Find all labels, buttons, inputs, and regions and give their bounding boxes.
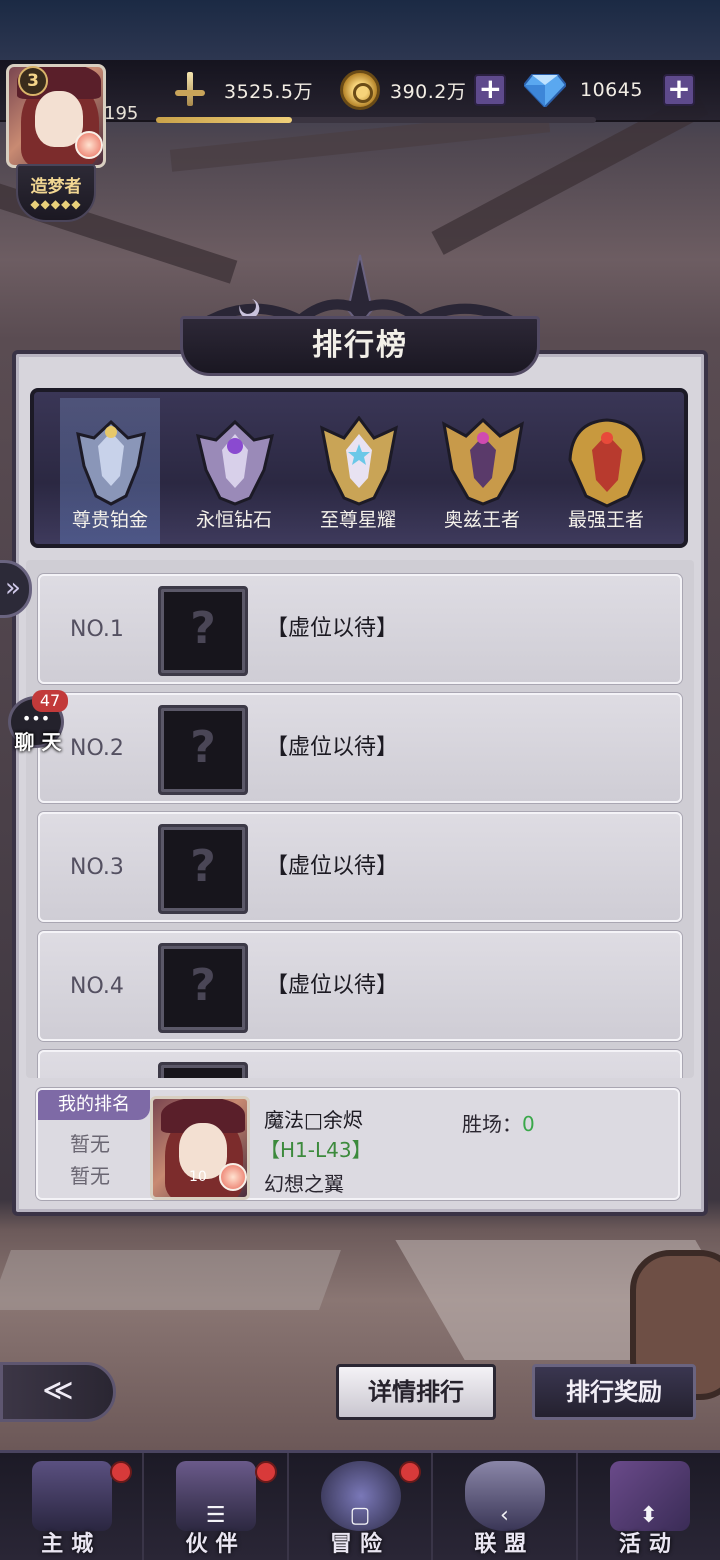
tab-label: 尊贵铂金 [71,509,148,531]
ranking-row[interactable]: NO.2 ? 【虚位以待】 [38,693,682,803]
chat-unread-count: 47 [32,690,68,712]
player-title-plate[interactable]: 造梦者 ◆◆◆◆◆ [16,164,96,222]
nav-label: 主城 [41,1532,102,1557]
diamond-icon [524,73,566,107]
wins-label: 胜场： [462,1112,522,1136]
rank-number: NO.4 [70,973,124,999]
tab-platinum[interactable]: 尊贵铂金 [60,398,160,544]
my-server: 【H1-L43】 [260,1138,372,1162]
tab-strongest-king[interactable]: 最强王者 [556,398,656,544]
rank-player-name: 【虚位以待】 [266,735,399,760]
bottom-nav: 主城 ☰ 伙伴 ▢ 冒险 ‹ 联盟 ⬍ 活动 [0,1450,720,1560]
wins-count: 0 [522,1112,535,1136]
diamond-resource: 10645 + [524,70,695,110]
rank-number: NO.3 [70,854,124,880]
notification-dot [110,1461,133,1483]
ranking-row[interactable]: NO.3 ? 【虚位以待】 [38,812,682,922]
strongest-king-emblem-icon [568,418,646,508]
gold-resource: 390.2万 + [340,70,507,110]
player-level-badge: 3 [18,66,48,96]
my-rank-card: 我的排名 暂无 暂无 10 魔法□余烬 【H1-L43】 幻想之翼 胜场：0 [36,1088,680,1200]
ranking-rewards-button[interactable]: 排行奖励 [532,1364,696,1420]
chat-label: 聊 天 [14,730,62,754]
system-home-icon[interactable]: ▢ [289,1503,431,1528]
accessibility-icon[interactable]: ⬍ [578,1503,720,1528]
detail-ranking-button[interactable]: 详情排行 [336,1364,496,1420]
empty-portrait-icon: ? [158,586,248,676]
my-rank-tag: 我的排名 [38,1090,150,1120]
add-diamond-button[interactable]: + [662,74,695,106]
power-total: 3525.5万 [224,80,313,103]
nav-label: 伙伴 [185,1532,246,1557]
notification-dot [399,1461,422,1483]
nav-label: 联盟 [474,1532,535,1557]
oz-king-emblem-icon [441,417,525,506]
page-title: 排行榜 [180,316,540,376]
rank-number: NO.1 [70,616,124,642]
gold-amount: 390.2万 [390,80,467,103]
tab-diamond[interactable]: 永恒钻石 [184,398,284,544]
tab-oz-king[interactable]: 奥兹王者 [432,398,532,544]
sword-icon [170,70,210,110]
nav-events[interactable]: ⬍ 活动 [578,1453,720,1560]
xp-progress-bar [156,117,596,123]
castle-icon [32,1461,112,1531]
nav-label: 活动 [618,1532,679,1557]
tab-star[interactable]: 至尊星耀 [308,398,408,544]
tier-tabs: 尊贵铂金 永恒钻石 至尊星耀 奥兹王者 最强王者 [30,388,688,548]
title-stars: ◆◆◆◆◆ [30,197,82,211]
my-tier-value: 暂无 [70,1164,110,1188]
tab-label: 最强王者 [567,509,644,531]
power-resource: 3525.5万 [170,70,313,110]
ranking-row-partial[interactable] [38,1050,682,1078]
empty-portrait-icon [158,1062,248,1078]
system-menu-icon[interactable]: ☰ [144,1503,286,1528]
tab-label: 奥兹王者 [443,509,520,531]
my-rank-value: 暂无 [70,1132,110,1156]
add-gold-button[interactable]: + [474,74,507,106]
nav-main-city[interactable]: 主城 [0,1453,145,1560]
chat-button[interactable]: 47 聊 天 [4,690,68,766]
nav-partners[interactable]: ☰ 伙伴 [144,1453,289,1560]
back-arrow-icon: ≪ [42,1373,74,1408]
ranking-row[interactable]: NO.4 ? 【虚位以待】 [38,931,682,1041]
rank-number: NO.2 [70,735,124,761]
rank-player-name: 【虚位以待】 [266,973,399,998]
diamond-emblem-icon [195,419,275,506]
back-button[interactable]: ≪ [0,1362,116,1422]
my-player-name: 魔法□余烬 [264,1108,363,1132]
system-back-icon[interactable]: ‹ [433,1503,575,1528]
nav-adventure[interactable]: ▢ 冒险 [289,1453,434,1560]
my-portrait-level: 10 [189,1169,207,1185]
nav-alliance[interactable]: ‹ 联盟 [433,1453,578,1560]
nav-label: 冒险 [330,1532,391,1557]
platinum-emblem-icon [76,419,146,506]
floor-plank [0,1250,341,1310]
my-avatar[interactable]: 10 [150,1096,250,1200]
xp-progress-fill [156,117,293,123]
ranking-list[interactable]: NO.1 ? 【虚位以待】 NO.2 ? 【虚位以待】 NO.3 ? 【虚位以待… [26,560,694,1078]
tab-label: 永恒钻石 [195,509,272,531]
empty-portrait-icon: ? [158,943,248,1033]
rank-player-name: 【虚位以待】 [266,854,399,879]
empty-portrait-icon: ? [158,824,248,914]
star-emblem-icon [319,416,399,506]
gold-coin-icon [340,70,380,110]
ranking-row[interactable]: NO.1 ? 【虚位以待】 [38,574,682,684]
empty-portrait-icon: ? [158,705,248,795]
rank-player-name: 【虚位以待】 [266,616,399,641]
notification-dot [254,1461,277,1483]
my-wins: 胜场：0 [462,1108,535,1137]
my-guild: 幻想之翼 [264,1172,344,1196]
player-title: 造梦者 [30,177,82,197]
player-power: 195 [104,103,139,124]
diamond-amount: 10645 [580,79,643,101]
tab-label: 至尊星耀 [319,509,396,531]
